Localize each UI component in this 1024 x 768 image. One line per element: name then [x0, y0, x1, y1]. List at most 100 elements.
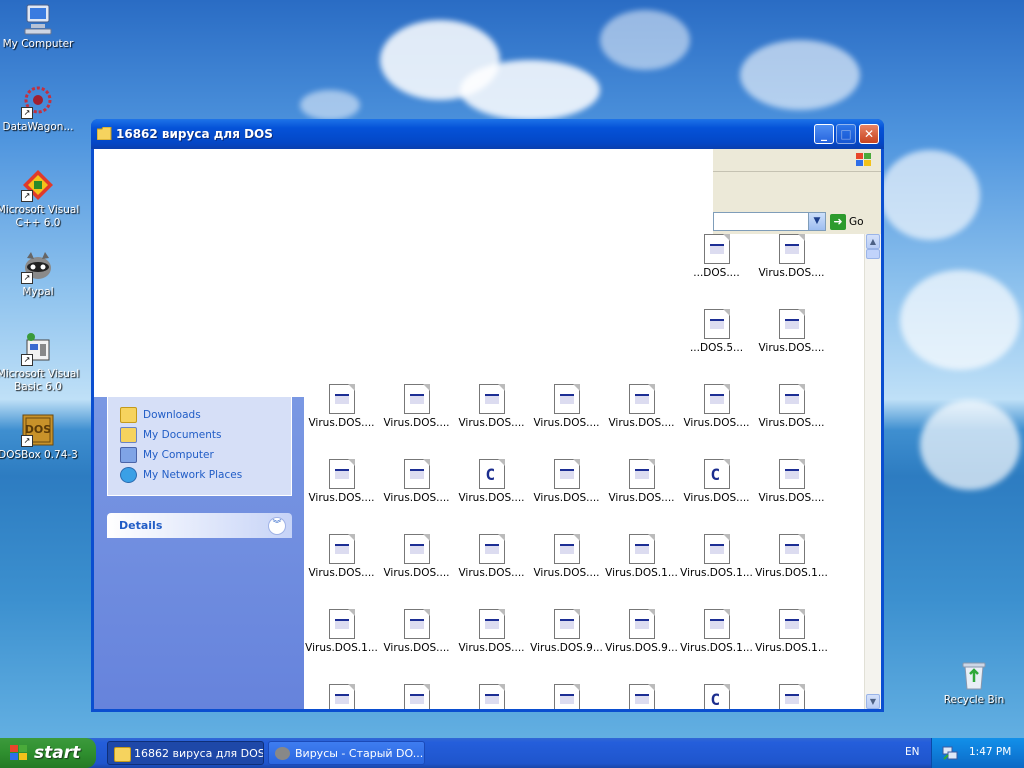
- place-link-my-network-places[interactable]: My Network Places: [120, 466, 242, 484]
- scroll-thumb[interactable]: [866, 249, 880, 259]
- file-name: Virus.DOS....: [533, 567, 600, 579]
- file-item[interactable]: Virus.DOS....: [529, 459, 604, 504]
- window-glyph: [559, 469, 574, 479]
- minimize-button[interactable]: _: [814, 124, 834, 144]
- window-glyph: [484, 394, 499, 404]
- file-item[interactable]: Virus.DOS....: [379, 534, 454, 579]
- clock[interactable]: 1:47 PM: [969, 746, 1011, 758]
- file-item[interactable]: Virus.DOS.9...: [604, 609, 679, 654]
- executable-file-icon: [328, 459, 355, 489]
- place-link-my-documents[interactable]: My Documents: [120, 426, 221, 444]
- window-glyph: [709, 244, 724, 254]
- file-item[interactable]: Virus.DOS....: [379, 609, 454, 654]
- window-glyph: [334, 619, 349, 629]
- desktop-icon-visual-cpp[interactable]: ↗ Microsoft Visual C++ 6.0: [0, 168, 80, 230]
- desktop-icon-label: DOSBox 0.74-3: [0, 449, 78, 461]
- executable-file-icon: [778, 609, 805, 639]
- file-item[interactable]: ...DOS....: [679, 234, 754, 279]
- desktop-icon-my-computer[interactable]: My Computer: [0, 2, 80, 51]
- window-glyph: [559, 619, 574, 629]
- maximize-button[interactable]: □: [836, 124, 856, 144]
- file-item[interactable]: Virus.DOS....: [604, 384, 679, 429]
- desktop-icon-datawagon[interactable]: ↗ DataWagon...: [0, 85, 80, 134]
- place-link-downloads[interactable]: Downloads: [120, 406, 201, 424]
- chevron-down-icon[interactable]: ︾: [268, 517, 286, 535]
- file-item[interactable]: Virus.DOS....: [379, 459, 454, 504]
- file-name: Virus.DOS....: [383, 567, 450, 579]
- vertical-scrollbar[interactable]: ▲ ▼: [864, 234, 881, 709]
- desktop-icon-mypal[interactable]: ↗ Mypal: [0, 250, 80, 299]
- scroll-down-button[interactable]: ▼: [866, 694, 880, 709]
- desktop-icon-visual-basic[interactable]: ↗ Microsoft Visual Basic 6.0: [0, 332, 80, 394]
- file-item[interactable]: Virus.DOS....: [754, 459, 829, 504]
- address-dropdown-button[interactable]: ▼: [808, 213, 825, 230]
- file-item[interactable]: Virus.DOS....: [304, 534, 379, 579]
- file-item[interactable]: [529, 684, 604, 709]
- file-item[interactable]: Virus.DOS.9...: [529, 609, 604, 654]
- file-item[interactable]: Virus.DOS....: [529, 384, 604, 429]
- desktop-icon-label: My Computer: [2, 38, 74, 50]
- file-item[interactable]: C Virus.DOS....: [454, 459, 529, 504]
- file-item[interactable]: Virus.DOS.1...: [604, 534, 679, 579]
- window-glyph: [784, 469, 799, 479]
- network-icon[interactable]: [942, 745, 958, 761]
- taskbar-item-mypal[interactable]: Вирусы - Старый DO...: [268, 741, 425, 765]
- file-item[interactable]: Virus.DOS.1...: [679, 534, 754, 579]
- file-name: Virus.DOS.1...: [605, 567, 678, 579]
- cloud: [460, 60, 600, 120]
- details-panel-header[interactable]: Details ︾: [107, 513, 292, 538]
- file-item[interactable]: Virus.DOS....: [304, 384, 379, 429]
- file-item[interactable]: C Virus.DOS....: [679, 459, 754, 504]
- scroll-up-button[interactable]: ▲: [866, 234, 880, 249]
- dosbox-icon: DOS ↗: [21, 413, 55, 447]
- executable-file-icon: [328, 684, 355, 709]
- file-item[interactable]: Virus.DOS....: [454, 609, 529, 654]
- file-item[interactable]: Virus.DOS....: [679, 384, 754, 429]
- file-item[interactable]: Virus.DOS.1...: [754, 534, 829, 579]
- file-item[interactable]: [379, 684, 454, 709]
- address-input[interactable]: ▼: [713, 212, 826, 231]
- file-item[interactable]: C: [679, 684, 754, 709]
- file-item[interactable]: Virus.DOS....: [754, 309, 829, 354]
- file-item[interactable]: Virus.DOS....: [304, 459, 379, 504]
- desktop-icon-label: DataWagon...: [2, 121, 74, 133]
- file-item[interactable]: Virus.DOS....: [529, 534, 604, 579]
- file-item[interactable]: Virus.DOS....: [454, 384, 529, 429]
- window-glyph: [334, 394, 349, 404]
- file-item[interactable]: Virus.DOS....: [379, 384, 454, 429]
- file-item[interactable]: [754, 684, 829, 709]
- file-item[interactable]: [454, 684, 529, 709]
- file-name: Virus.DOS....: [608, 417, 675, 429]
- computer-icon: [120, 447, 137, 463]
- c-source-file-icon: C: [478, 459, 505, 489]
- file-item[interactable]: Virus.DOS.1...: [304, 609, 379, 654]
- file-name: Virus.DOS....: [683, 417, 750, 429]
- executable-file-icon: [628, 384, 655, 414]
- window-glyph: [559, 544, 574, 554]
- file-item[interactable]: Virus.DOS....: [754, 384, 829, 429]
- file-name: Virus.DOS....: [383, 642, 450, 654]
- window-titlebar[interactable]: 16862 вируса для DOS _ □ ✕: [91, 119, 884, 149]
- file-item[interactable]: ...DOS.5...: [679, 309, 754, 354]
- taskbar-item-explorer[interactable]: 16862 вируса для DOS: [107, 741, 264, 765]
- window-glyph: [634, 469, 649, 479]
- file-item[interactable]: [304, 684, 379, 709]
- file-item[interactable]: Virus.DOS.1...: [754, 609, 829, 654]
- language-indicator[interactable]: EN: [905, 746, 920, 758]
- file-item[interactable]: Virus.DOS....: [754, 234, 829, 279]
- file-name: Virus.DOS....: [608, 492, 675, 504]
- menu-bar: [713, 149, 881, 172]
- place-link-my-computer[interactable]: My Computer: [120, 446, 214, 464]
- window-glyph: [334, 544, 349, 554]
- file-name: Virus.DOS....: [308, 492, 375, 504]
- file-item[interactable]: Virus.DOS.1...: [679, 609, 754, 654]
- file-item[interactable]: Virus.DOS....: [454, 534, 529, 579]
- desktop-icon-dosbox[interactable]: DOS ↗ DOSBox 0.74-3: [0, 413, 80, 462]
- file-item[interactable]: Virus.DOS....: [604, 459, 679, 504]
- file-item[interactable]: [604, 684, 679, 709]
- desktop-icon-label: Microsoft Visual C++ 6.0: [0, 204, 80, 229]
- close-button[interactable]: ✕: [859, 124, 879, 144]
- start-button[interactable]: start: [0, 738, 96, 768]
- go-button[interactable]: ➜ Go: [830, 213, 878, 231]
- desktop-icon-recycle-bin[interactable]: Recycle Bin: [932, 658, 1016, 707]
